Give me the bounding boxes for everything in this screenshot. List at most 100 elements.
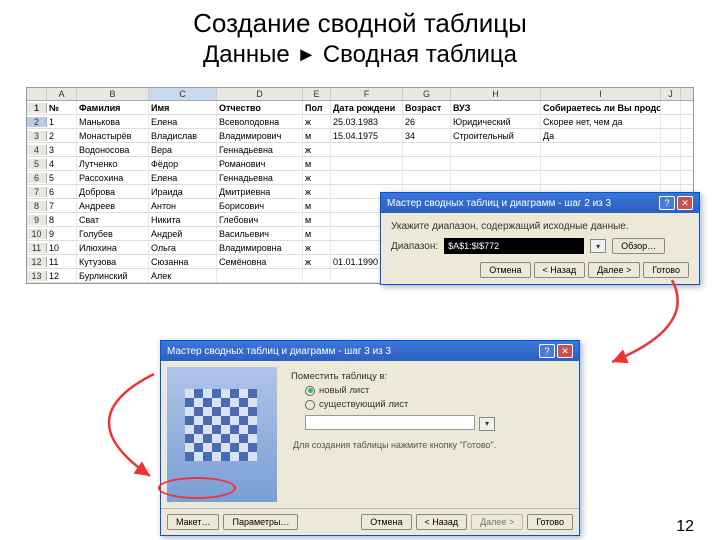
column-header[interactable]: H [451,88,541,100]
cell[interactable]: 8 [47,213,77,226]
cell[interactable]: 12 [47,269,77,282]
table-row[interactable]: 43ВодоносоваВераГеннадьевнаж [27,143,693,157]
cell[interactable]: Доброва [77,185,149,198]
cell[interactable]: Строительный [451,129,541,142]
help-icon[interactable]: ? [659,196,675,210]
cell[interactable]: Собираетесь ли Вы продолжать образование… [541,101,661,114]
cell[interactable] [303,269,331,282]
cell[interactable]: Борисович [217,199,303,212]
row-number[interactable]: 13 [27,271,47,281]
row-number[interactable]: 8 [27,201,47,211]
cell[interactable]: 10 [47,241,77,254]
column-header[interactable]: B [77,88,149,100]
layout-button[interactable]: Макет… [167,514,219,530]
cell[interactable]: Ираида [149,185,217,198]
cell[interactable]: Дата рождени [331,101,403,114]
cell[interactable]: 34 [403,129,451,142]
help-icon[interactable]: ? [539,344,555,358]
table-row[interactable]: 65РассохинаЕленаГеннадьевнаж [27,171,693,185]
cell[interactable]: Возраст [403,101,451,114]
cell[interactable]: 26 [403,115,451,128]
cell[interactable]: м [303,157,331,170]
cell[interactable]: м [303,129,331,142]
cell[interactable] [451,143,541,156]
cell[interactable] [661,101,681,114]
cell[interactable] [661,115,681,128]
cell[interactable]: ж [303,115,331,128]
cell[interactable]: ж [303,185,331,198]
cell[interactable]: Всеволодовна [217,115,303,128]
d3-back-button[interactable]: < Назад [416,514,468,530]
table-row[interactable]: 21МаньковаЕленаВсеволодовнаж25.03.198326… [27,115,693,129]
cell[interactable] [661,171,681,184]
cell[interactable]: Илюхина [77,241,149,254]
row-number[interactable]: 4 [27,145,47,155]
row-number[interactable]: 3 [27,131,47,141]
row-number[interactable]: 11 [27,243,47,253]
cell[interactable]: Глебович [217,213,303,226]
d2-next-button[interactable]: Далее > [588,262,640,278]
cell[interactable]: Сюзанна [149,255,217,268]
column-header[interactable]: E [303,88,331,100]
column-header[interactable] [27,88,47,100]
cell[interactable]: м [303,199,331,212]
cell[interactable]: Да [541,129,661,142]
cell[interactable]: Антон [149,199,217,212]
cell[interactable]: № [47,101,77,114]
cell[interactable]: Ольга [149,241,217,254]
cell[interactable]: Монастырёв [77,129,149,142]
d3-next-button[interactable]: Далее > [471,514,523,530]
cell[interactable]: 3 [47,143,77,156]
table-row[interactable]: 32МонастырёвВладиславВладимировичм15.04.… [27,129,693,143]
cell[interactable] [331,157,403,170]
cell[interactable]: Алек [149,269,217,282]
cell[interactable]: Владимирович [217,129,303,142]
cell[interactable] [331,171,403,184]
cell[interactable]: Геннадьевна [217,143,303,156]
cell[interactable]: Голубев [77,227,149,240]
params-button[interactable]: Параметры… [223,514,298,530]
range-input[interactable]: $A$1:$I$772 [444,238,584,254]
cell[interactable]: 6 [47,185,77,198]
cell[interactable]: Пол [303,101,331,114]
cell[interactable]: 5 [47,171,77,184]
cell[interactable]: Скорее нет, чем да [541,115,661,128]
row-number[interactable]: 7 [27,187,47,197]
cell[interactable]: 11 [47,255,77,268]
cell[interactable]: м [303,227,331,240]
cell[interactable]: 2 [47,129,77,142]
header-row[interactable]: 1№ФамилияИмяОтчествоПолДата рождениВозра… [27,101,693,115]
cell[interactable] [451,157,541,170]
cell[interactable]: Фёдор [149,157,217,170]
cell[interactable]: Геннадьевна [217,171,303,184]
cell[interactable]: Рассохина [77,171,149,184]
cell[interactable]: Семёновна [217,255,303,268]
cell[interactable]: 9 [47,227,77,240]
cell[interactable] [541,171,661,184]
row-number[interactable]: 6 [27,173,47,183]
cell[interactable]: Романович [217,157,303,170]
cell[interactable] [661,157,681,170]
close-icon[interactable]: ✕ [677,196,693,210]
cell[interactable]: ж [303,143,331,156]
d3-cancel-button[interactable]: Отмена [361,514,411,530]
column-header[interactable]: F [331,88,403,100]
cell[interactable]: Лутченко [77,157,149,170]
cell[interactable] [217,269,303,282]
d2-finish-button[interactable]: Готово [643,262,689,278]
cell[interactable]: Андреев [77,199,149,212]
collapse-dialog-icon[interactable]: ▾ [590,239,606,253]
column-header[interactable]: C [149,88,217,100]
cell[interactable]: ж [303,255,331,268]
row-number[interactable]: 9 [27,215,47,225]
d2-back-button[interactable]: < Назад [534,262,586,278]
cell[interactable]: Дмитриевна [217,185,303,198]
radio-new-sheet[interactable]: новый лист [305,385,571,396]
cell[interactable] [403,157,451,170]
collapse-dialog-icon[interactable]: ▾ [479,417,495,431]
cell[interactable]: Никита [149,213,217,226]
d2-cancel-button[interactable]: Отмена [480,262,530,278]
cell[interactable]: Манькова [77,115,149,128]
cell[interactable]: Отчество [217,101,303,114]
existing-sheet-input[interactable] [305,415,475,430]
